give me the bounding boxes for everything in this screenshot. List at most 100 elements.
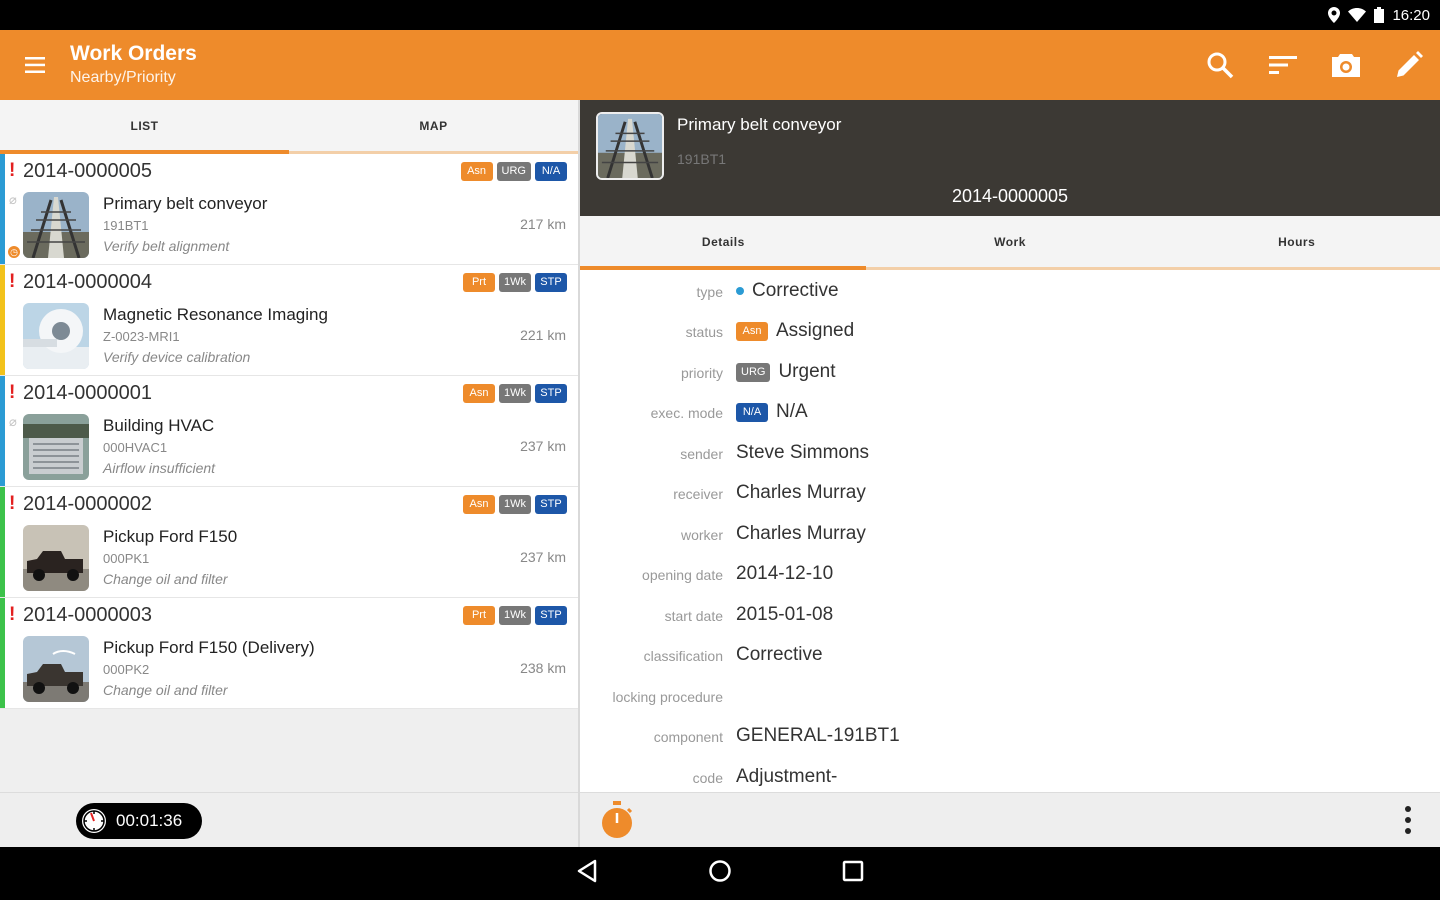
edit-button[interactable]: [1377, 30, 1440, 100]
overflow-menu-button[interactable]: [1404, 805, 1412, 840]
field-value: Steve Simmons: [736, 442, 870, 463]
field-sender: sender Steve Simmons: [580, 434, 1440, 474]
field-locking-procedure: locking procedure: [580, 677, 1440, 717]
hvac-thumbnail: [23, 414, 89, 480]
field-label: component: [653, 729, 723, 745]
start-timer-button[interactable]: [599, 801, 635, 844]
battery-icon: [1374, 7, 1385, 23]
field-label: receiver: [673, 486, 723, 502]
conveyor-thumbnail: [23, 192, 89, 258]
field-label: code: [692, 770, 723, 786]
asset-id: 000PK2: [103, 662, 150, 677]
work-order-code: 2014-0000002: [23, 493, 153, 515]
field-label: worker: [680, 527, 723, 543]
field-value: Adjustment-: [736, 766, 838, 787]
list-item[interactable]: ! 2014-0000002 Asn 1Wk STP Pickup Ford F…: [0, 487, 578, 598]
left-footer: 00:01:36: [0, 792, 578, 847]
recents-icon: [842, 860, 864, 882]
distance: 237 km: [520, 549, 566, 565]
attachment-icon: ⌀: [9, 192, 17, 207]
truck-thumbnail: [23, 636, 89, 702]
field-value: Urgent: [778, 361, 836, 382]
mode-badge: STP: [535, 495, 567, 514]
field-priority: priority URG Urgent: [580, 353, 1440, 393]
asset-name: Pickup Ford F150: [103, 527, 238, 546]
list-map-tabs: LIST MAP: [0, 100, 578, 154]
home-icon: [709, 860, 731, 882]
mode-badge: N/A: [736, 402, 768, 422]
tab-map[interactable]: MAP: [289, 100, 578, 151]
right-footer: [580, 792, 1440, 847]
location-icon: [1328, 7, 1341, 23]
task-description: Change oil and filter: [103, 682, 228, 698]
work-order-list: ! 2014-0000005 Asn URG N/A ⌀ Primary bel…: [0, 154, 578, 709]
list-item[interactable]: ! 2014-0000001 Asn 1Wk STP ⌀ Building HV…: [0, 376, 578, 487]
field-label: locking procedure: [612, 689, 723, 705]
list-item[interactable]: ! 2014-0000004 Prt 1Wk STP Magnetic Reso…: [0, 265, 578, 376]
camera-button[interactable]: [1314, 30, 1377, 100]
priority-badge: URG: [736, 362, 771, 382]
task-description: Verify device calibration: [103, 349, 251, 365]
priority-strip: [0, 598, 5, 708]
tab-work[interactable]: Work: [867, 216, 1154, 267]
list-item[interactable]: ! 2014-0000003 Prt 1Wk STP Pickup Ford F…: [0, 598, 578, 709]
sort-button[interactable]: [1251, 30, 1314, 100]
field-value: Assigned: [776, 320, 855, 341]
tab-indicator: [580, 266, 866, 270]
tab-details[interactable]: Details: [580, 216, 867, 267]
field-start-date: start date 2015-01-08: [580, 596, 1440, 636]
distance: 221 km: [520, 327, 566, 343]
detail-title: Primary belt conveyor: [677, 115, 842, 134]
list-item[interactable]: ! 2014-0000005 Asn URG N/A ⌀ Primary bel…: [0, 154, 578, 265]
field-component: component GENERAL-191BT1: [580, 717, 1440, 757]
mode-badge: STP: [535, 606, 567, 625]
home-button[interactable]: [708, 859, 732, 888]
field-opening-date: opening date 2014-12-10: [580, 555, 1440, 595]
detail-asset-id: 191BT1: [677, 151, 727, 167]
system-nav-bar: [0, 847, 1440, 900]
priority-strip: [0, 154, 5, 264]
field-label: exec. mode: [650, 405, 723, 421]
task-description: Change oil and filter: [103, 571, 228, 587]
status-badge: Prt: [463, 273, 495, 292]
mode-badge: STP: [535, 273, 567, 292]
detail-work-order-code: 2014-0000005: [951, 186, 1069, 206]
field-classification: classification Corrective: [580, 636, 1440, 676]
status-badge: Asn: [736, 321, 768, 341]
field-status: status Asn Assigned: [580, 312, 1440, 352]
priority-badge: 1Wk: [499, 606, 531, 625]
asset-name: Pickup Ford F150 (Delivery): [103, 638, 315, 657]
app-bar: Work Orders Nearby/Priority: [0, 30, 1440, 100]
back-button[interactable]: [576, 859, 598, 888]
tab-hours[interactable]: Hours: [1153, 216, 1440, 267]
status-bar: 16:20: [0, 0, 1440, 30]
wifi-icon: [1348, 8, 1367, 22]
search-icon: [1207, 52, 1233, 79]
timer-button[interactable]: 00:01:36: [76, 803, 202, 839]
menu-button[interactable]: [0, 30, 70, 100]
recents-button[interactable]: [842, 860, 864, 887]
camera-icon: [1331, 54, 1360, 77]
priority-strip: [0, 487, 5, 597]
status-time: 16:20: [1392, 6, 1430, 24]
alert-icon: !: [9, 382, 16, 403]
status-badge: Asn: [463, 495, 495, 514]
field-type: type Corrective: [580, 272, 1440, 312]
distance: 217 km: [520, 216, 566, 232]
task-description: Airflow insufficient: [103, 460, 216, 476]
detail-tabs: Details Work Hours: [580, 216, 1440, 270]
search-button[interactable]: [1188, 30, 1251, 100]
priority-strip: [0, 376, 5, 486]
more-vert-icon: [1405, 806, 1411, 834]
alert-icon: !: [9, 160, 16, 181]
work-order-list-pane: LIST MAP ! 2014-0000005 Asn URG N/A ⌀ Pr…: [0, 100, 578, 792]
sort-icon: [1268, 56, 1297, 74]
field-label: start date: [664, 608, 723, 624]
field-worker: worker Charles Murray: [580, 515, 1440, 555]
stopwatch-icon: [602, 801, 633, 838]
hamburger-icon: [25, 57, 45, 73]
work-order-code: 2014-0000003: [23, 604, 153, 626]
tab-list[interactable]: LIST: [0, 100, 289, 151]
edit-icon: [1396, 51, 1423, 77]
field-label: sender: [680, 446, 723, 462]
